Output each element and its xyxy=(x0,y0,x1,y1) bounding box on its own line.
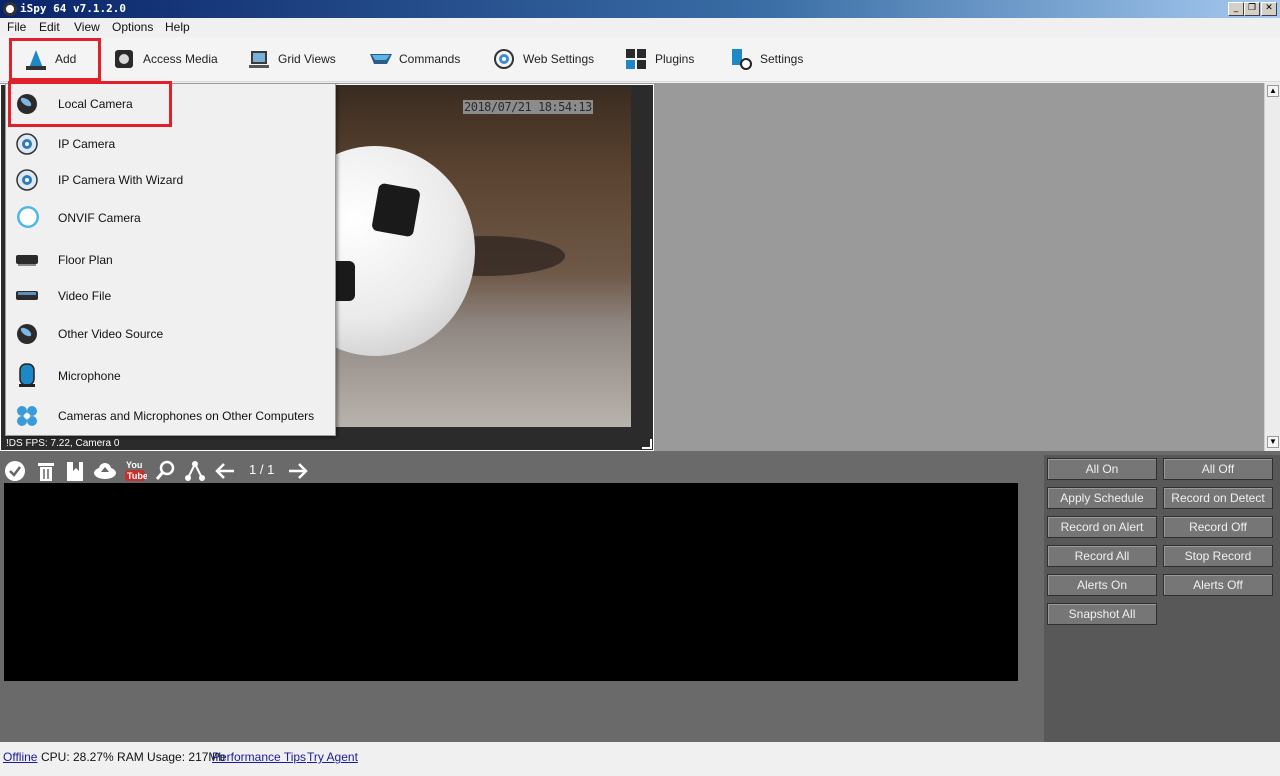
access-media-button[interactable]: Access Media xyxy=(113,43,218,75)
menu-ip-camera-label: IP Camera xyxy=(58,137,116,151)
menu-microphone-label: Microphone xyxy=(58,369,121,383)
menu-other-video-source[interactable]: Other Video Source xyxy=(6,316,335,352)
commands-icon xyxy=(369,48,392,70)
youtube-icon[interactable]: You Tube xyxy=(123,458,148,482)
ip-camera-icon xyxy=(15,132,39,156)
cloud-upload-icon[interactable] xyxy=(93,458,116,482)
try-agent-link[interactable]: Try Agent xyxy=(307,750,358,764)
scroll-up-icon[interactable]: ▲ xyxy=(1267,85,1279,97)
menu-remote-computers[interactable]: Cameras and Microphones on Other Compute… xyxy=(6,398,335,434)
close-button[interactable]: ✕ xyxy=(1261,2,1277,16)
toolbar: Add Access Media Grid Views Commands Web… xyxy=(0,37,1280,82)
menu-options[interactable]: Options xyxy=(112,20,153,34)
video-file-icon xyxy=(15,284,39,308)
media-list[interactable] xyxy=(4,483,1018,681)
apply-schedule-button[interactable]: Apply Schedule xyxy=(1047,487,1157,509)
add-highlight-box xyxy=(9,38,101,81)
add-dropdown-menu: Local Camera IP Camera IP Camera With Wi… xyxy=(5,83,336,436)
onvif-camera-icon xyxy=(15,204,39,228)
ip-camera-wizard-icon xyxy=(15,168,39,192)
bookmark-icon[interactable] xyxy=(64,458,86,482)
media-icon xyxy=(113,48,135,70)
svg-text:You: You xyxy=(126,460,142,470)
menu-ip-camera-wizard[interactable]: IP Camera With Wizard xyxy=(6,162,335,198)
menu-microphone[interactable]: Microphone xyxy=(6,358,335,394)
settings-label: Settings xyxy=(760,52,804,66)
menu-ip-camera-wizard-label: IP Camera With Wizard xyxy=(58,173,184,187)
settings-button[interactable]: Settings xyxy=(730,43,803,75)
other-video-source-icon xyxy=(15,322,39,346)
menu-bar: File Edit View Options Help xyxy=(0,18,1280,37)
offline-link[interactable]: Offline xyxy=(3,750,37,764)
minimize-button[interactable]: _ xyxy=(1228,2,1244,16)
alerts-off-button[interactable]: Alerts Off xyxy=(1163,574,1273,596)
share-icon[interactable] xyxy=(184,458,206,482)
restore-button[interactable]: ❐ xyxy=(1244,2,1260,16)
commands-label: Commands xyxy=(399,52,461,66)
plugins-button[interactable]: Plugins xyxy=(625,43,694,75)
menu-file[interactable]: File xyxy=(7,20,26,34)
record-all-button[interactable]: Record All xyxy=(1047,545,1157,567)
access-media-label: Access Media xyxy=(143,52,218,66)
page-indicator: 1 / 1 xyxy=(249,462,275,477)
menu-help[interactable]: Help xyxy=(165,20,190,34)
menu-onvif-camera-label: ONVIF Camera xyxy=(58,211,141,225)
record-on-detect-button[interactable]: Record on Detect xyxy=(1163,487,1273,509)
menu-video-file[interactable]: Video File xyxy=(6,278,335,314)
title-bar: iSpy 64 v7.1.2.0 _ ❐ ✕ xyxy=(0,0,1280,18)
menu-view[interactable]: View xyxy=(74,20,100,34)
camera-timestamp: 2018/07/21 18:54:13 xyxy=(463,100,593,114)
menu-floor-plan-label: Floor Plan xyxy=(58,253,113,267)
local-camera-highlight-box xyxy=(8,81,172,127)
menu-floor-plan[interactable]: Floor Plan xyxy=(6,242,335,278)
check-icon[interactable] xyxy=(4,458,26,482)
floor-plan-icon xyxy=(15,248,39,272)
grid-views-icon xyxy=(248,48,270,70)
menu-video-file-label: Video File xyxy=(58,289,112,303)
stop-record-button[interactable]: Stop Record xyxy=(1163,545,1273,567)
plugins-label: Plugins xyxy=(655,52,695,66)
vertical-scrollbar[interactable]: ▲ ▼ xyxy=(1264,83,1280,451)
grid-views-button[interactable]: Grid Views xyxy=(248,43,336,75)
menu-remote-computers-label: Cameras and Microphones on Other Compute… xyxy=(58,409,315,423)
usage-text: CPU: 28.27% RAM Usage: 217Mb xyxy=(41,750,226,764)
search-icon[interactable] xyxy=(154,458,176,482)
menu-edit[interactable]: Edit xyxy=(39,20,60,34)
next-arrow-icon[interactable] xyxy=(287,458,309,482)
svg-text:Tube: Tube xyxy=(127,471,147,481)
menu-other-video-source-label: Other Video Source xyxy=(58,327,164,341)
trash-icon[interactable] xyxy=(35,458,57,482)
web-settings-icon xyxy=(493,48,515,70)
window-title: iSpy 64 v7.1.2.0 xyxy=(20,2,126,15)
web-settings-label: Web Settings xyxy=(523,52,595,66)
camera-feed xyxy=(335,86,631,427)
scroll-down-icon[interactable]: ▼ xyxy=(1267,436,1279,448)
app-icon xyxy=(3,2,17,16)
record-off-button[interactable]: Record Off xyxy=(1163,516,1273,538)
plugins-icon xyxy=(625,48,647,70)
commands-button[interactable]: Commands xyxy=(369,43,460,75)
web-settings-button[interactable]: Web Settings xyxy=(493,43,594,75)
status-bar: Offline CPU: 28.27% RAM Usage: 217Mb Per… xyxy=(0,742,1280,776)
grid-views-label: Grid Views xyxy=(278,52,336,66)
resize-grip-icon[interactable] xyxy=(642,439,652,449)
all-off-button[interactable]: All Off xyxy=(1163,458,1273,480)
snapshot-all-button[interactable]: Snapshot All xyxy=(1047,603,1157,625)
menu-onvif-camera[interactable]: ONVIF Camera xyxy=(6,200,335,236)
all-on-button[interactable]: All On xyxy=(1047,458,1157,480)
prev-arrow-icon[interactable] xyxy=(214,458,236,482)
performance-tips-link[interactable]: Performance Tips xyxy=(212,750,306,764)
microphone-icon xyxy=(15,362,39,387)
remote-computers-icon xyxy=(15,404,39,428)
menu-ip-camera[interactable]: IP Camera xyxy=(6,126,335,162)
settings-icon xyxy=(730,48,752,70)
record-on-alert-button[interactable]: Record on Alert xyxy=(1047,516,1157,538)
alerts-on-button[interactable]: Alerts On xyxy=(1047,574,1157,596)
camera-status: !DS FPS: 7.22, Camera 0 xyxy=(6,438,120,449)
